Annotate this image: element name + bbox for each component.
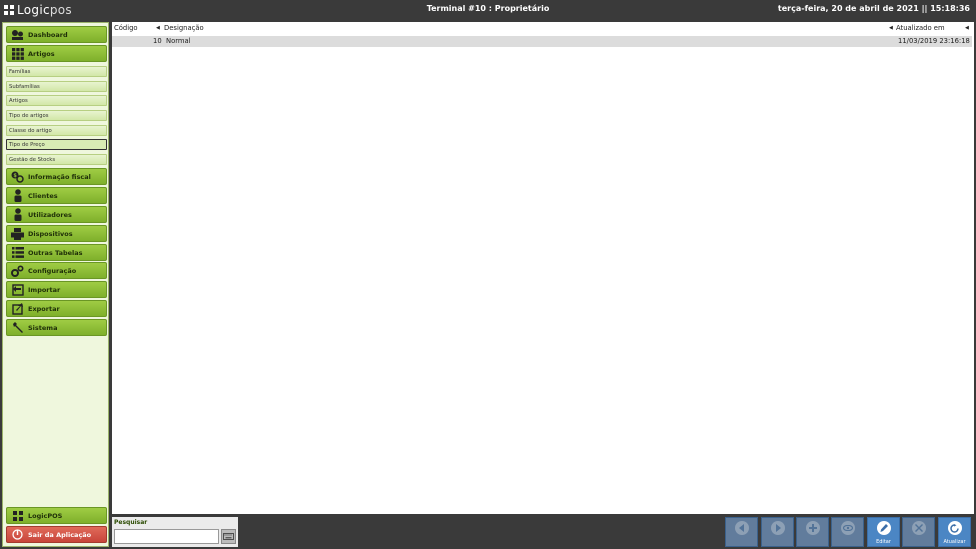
virtual-keyboard-button[interactable] bbox=[221, 529, 236, 544]
column-header-atualizado-em[interactable]: Atualizado em bbox=[896, 24, 945, 34]
cell-designacao: Normal bbox=[166, 37, 191, 45]
menu-configuracao-label: Configuração bbox=[28, 266, 77, 275]
datetime-display: terça-feira, 20 de abril de 2021 || 15:1… bbox=[777, 4, 970, 13]
sub-item-familias[interactable]: Famílias bbox=[6, 66, 107, 77]
dashboard-icon bbox=[11, 28, 24, 41]
column-sort-arrow-icon[interactable]: ◀ bbox=[965, 25, 969, 31]
view-button[interactable] bbox=[831, 517, 864, 547]
export-icon bbox=[11, 302, 24, 315]
menu-importar-button[interactable]: Importar bbox=[6, 281, 107, 298]
menu-dispositivos-button[interactable]: Dispositivos bbox=[6, 225, 107, 242]
sub-item-gestao-de-stocks[interactable]: Gestão de Stocks bbox=[6, 154, 107, 165]
data-grid: Código ◀ Designação ◀ Atualizado em ◀ 10… bbox=[112, 22, 974, 514]
menu-utilizadores-button[interactable]: Utilizadores bbox=[6, 206, 107, 223]
edit-button[interactable]: Editar bbox=[867, 517, 900, 547]
logo-grid-icon bbox=[11, 509, 24, 522]
printer-icon bbox=[11, 227, 24, 240]
person-icon bbox=[11, 189, 24, 202]
column-sort-arrow-icon[interactable]: ◀ bbox=[156, 25, 160, 31]
delete-button[interactable] bbox=[902, 517, 935, 547]
sub-item-subfamilias[interactable]: Subfamílias bbox=[6, 81, 107, 92]
menu-sistema-label: Sistema bbox=[28, 323, 58, 332]
wrench-icon bbox=[11, 321, 24, 334]
menu-artigos-label: Artigos bbox=[28, 49, 55, 58]
menu-importar-label: Importar bbox=[28, 285, 61, 294]
delete-icon bbox=[911, 521, 926, 535]
menu-utilizadores-label: Utilizadores bbox=[28, 210, 72, 219]
refresh-button[interactable]: Atualizar bbox=[938, 517, 971, 547]
next-button[interactable] bbox=[761, 517, 794, 547]
menu-outras-tabelas-label: Outras Tabelas bbox=[28, 248, 83, 257]
refresh-label: Atualizar bbox=[943, 539, 966, 545]
menu-informacao-fiscal-button[interactable]: $ Informação fiscal bbox=[6, 168, 107, 185]
fiscal-icon: $ bbox=[11, 170, 24, 183]
refresh-icon bbox=[947, 521, 962, 535]
view-icon bbox=[840, 521, 855, 535]
exit-application-label: Sair da Aplicação bbox=[28, 530, 92, 539]
next-icon bbox=[770, 521, 785, 535]
search-panel: Pesquisar bbox=[112, 517, 238, 547]
prev-icon bbox=[734, 521, 749, 535]
menu-clientes-button[interactable]: Clientes bbox=[6, 187, 107, 204]
menu-exportar-button[interactable]: Exportar bbox=[6, 300, 107, 317]
menu-artigos-button[interactable]: Artigos bbox=[6, 45, 107, 62]
menu-informacao-fiscal-label: Informação fiscal bbox=[28, 172, 91, 181]
import-icon bbox=[11, 283, 24, 296]
logicpos-label: LogicPOS bbox=[28, 511, 63, 520]
edit-icon bbox=[876, 521, 891, 535]
user-icon bbox=[11, 208, 24, 221]
sub-item-artigos[interactable]: Artigos bbox=[6, 95, 107, 106]
prev-button[interactable] bbox=[725, 517, 758, 547]
cell-codigo: 10 bbox=[153, 37, 162, 45]
cell-atualizado-em: 11/03/2019 23:16:18 bbox=[898, 37, 970, 45]
search-label: Pesquisar bbox=[114, 519, 148, 526]
sub-item-tipo-de-preco[interactable]: Tipo de Preço bbox=[6, 139, 107, 150]
title-bar: Logicpos Terminal #10 : Proprietário ter… bbox=[0, 0, 976, 20]
gears-icon bbox=[11, 264, 24, 277]
column-header-designacao[interactable]: Designação bbox=[164, 24, 204, 34]
column-sort-arrow-icon[interactable]: ◀ bbox=[889, 25, 893, 31]
keyboard-icon bbox=[223, 533, 234, 540]
menu-outras-tabelas-button[interactable]: Outras Tabelas bbox=[6, 244, 107, 261]
menu-configuracao-button[interactable]: Configuração bbox=[6, 262, 107, 279]
menu-exportar-label: Exportar bbox=[28, 304, 60, 313]
column-header-codigo[interactable]: Código bbox=[114, 24, 138, 34]
exit-application-button[interactable]: Sair da Aplicação bbox=[6, 526, 107, 543]
search-input[interactable] bbox=[114, 529, 219, 544]
edit-label: Editar bbox=[876, 539, 891, 545]
bottom-toolbar: Pesquisar Editar Atualizar bbox=[112, 516, 974, 549]
sidebar: Dashboard Artigos Famílias Subfamílias A… bbox=[2, 22, 109, 547]
menu-clientes-label: Clientes bbox=[28, 191, 58, 200]
add-button[interactable] bbox=[796, 517, 829, 547]
menu-dispositivos-label: Dispositivos bbox=[28, 229, 73, 238]
menu-dashboard-button[interactable]: Dashboard bbox=[6, 26, 107, 43]
sub-item-tipo-de-artigos[interactable]: Tipo de artigos bbox=[6, 110, 107, 121]
list-icon bbox=[11, 246, 24, 259]
menu-sistema-button[interactable]: Sistema bbox=[6, 319, 107, 336]
menu-dashboard-label: Dashboard bbox=[28, 30, 68, 39]
power-icon bbox=[11, 528, 24, 541]
sub-item-classe-do-artigo[interactable]: Classe do artigo bbox=[6, 125, 107, 136]
logicpos-button[interactable]: LogicPOS bbox=[6, 507, 107, 524]
grid-icon bbox=[11, 47, 24, 60]
add-icon bbox=[805, 521, 820, 535]
table-row[interactable]: 10 Normal 11/03/2019 23:16:18 bbox=[112, 36, 972, 47]
